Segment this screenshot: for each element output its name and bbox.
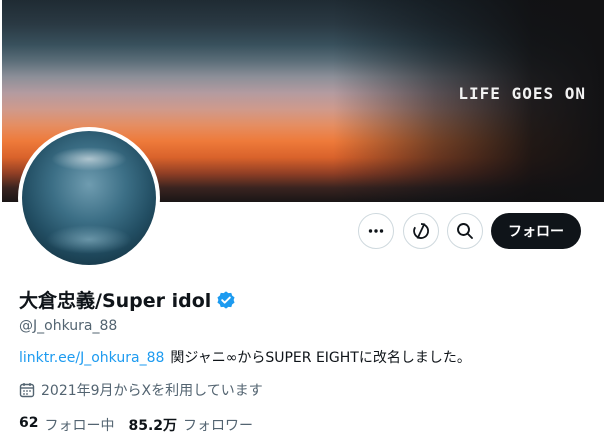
banner-caption: LIFE GOES ON <box>458 84 586 103</box>
following-label: フォロー中 <box>44 418 115 434</box>
search-button[interactable] <box>447 213 483 249</box>
followers-count: 85.2万 <box>128 418 178 434</box>
name-row: 大倉忠義/Super idol <box>19 286 236 313</box>
following-count: 62 <box>19 415 39 431</box>
display-name: 大倉忠義/Super idol <box>19 290 212 312</box>
followers-label: フォロワー <box>183 418 254 434</box>
bio: linktr.ee/J_ohkura_88 関ジャニ∞からSUPER EIGHTに… <box>19 347 471 367</box>
verified-badge-icon[interactable] <box>216 290 236 310</box>
avatar-image <box>22 131 156 265</box>
more-horizontal-icon <box>368 229 384 233</box>
subscribe-button[interactable] <box>403 213 439 249</box>
follow-button[interactable]: フォロー <box>491 213 581 249</box>
user-handle: @J_ohkura_88 <box>19 318 118 334</box>
join-date: 2021年9月からXを利用しています <box>19 380 263 400</box>
subscribe-icon <box>413 223 429 239</box>
more-button[interactable] <box>358 213 394 249</box>
avatar-glow <box>46 224 132 255</box>
followers-link[interactable]: 85.2万 フォロワー <box>128 415 253 434</box>
following-link[interactable]: 62 フォロー中 <box>19 415 114 434</box>
calendar-icon <box>19 383 35 398</box>
avatar-highlight <box>51 147 127 172</box>
search-icon <box>457 223 473 239</box>
avatar[interactable] <box>18 127 160 269</box>
bio-link[interactable]: linktr.ee/J_ohkura_88 <box>19 350 164 366</box>
join-date-text: 2021年9月からXを利用しています <box>41 383 263 399</box>
follow-stats: 62 フォロー中 85.2万 フォロワー <box>19 415 253 434</box>
bio-text: 関ジャニ∞からSUPER EIGHTに改名しました。 <box>170 350 471 366</box>
